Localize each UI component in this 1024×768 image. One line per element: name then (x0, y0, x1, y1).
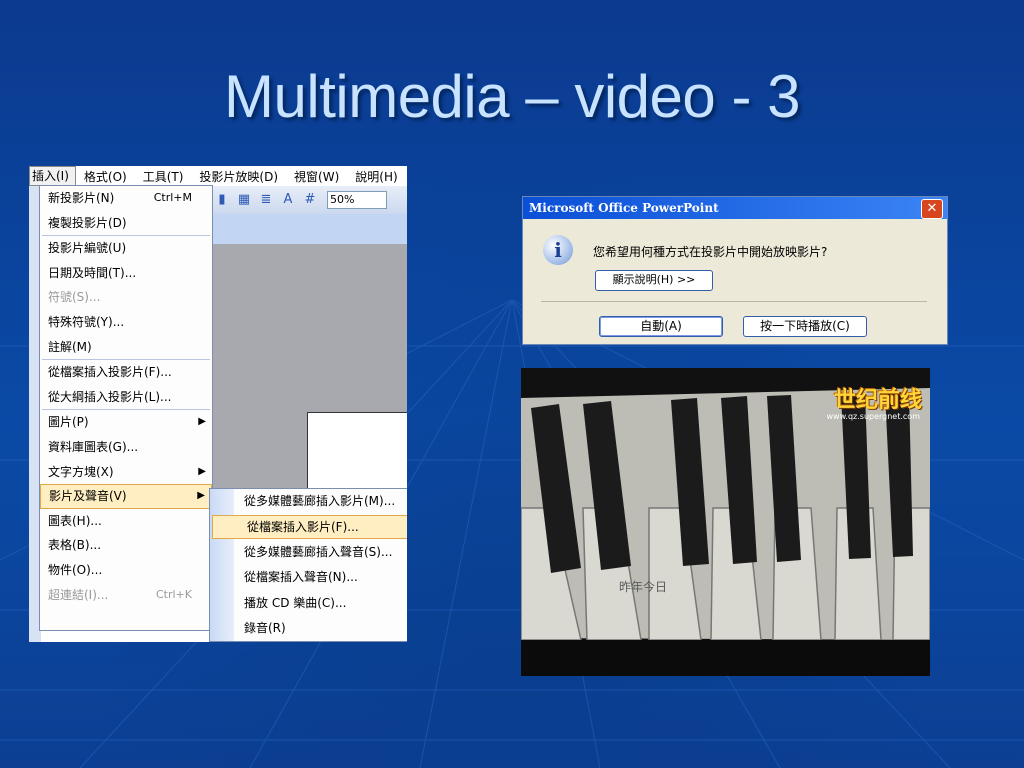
show-help-button[interactable]: 顯示說明(H) >> (595, 270, 713, 291)
channel-url: www.qz.supergnet.com (826, 412, 920, 421)
menu-item-special-symbol[interactable]: 特殊符號(Y)... (40, 310, 212, 335)
menu-item-slide-number[interactable]: 投影片編號(U) (40, 236, 212, 261)
submenu-arrow-icon: ▶ (197, 490, 205, 502)
workspace-header (209, 214, 407, 244)
menu-item-object[interactable]: 物件(O)... (40, 558, 212, 583)
automatically-button[interactable]: 自動(A) (599, 316, 723, 337)
menu-item-picture[interactable]: 圖片(P) ▶ (40, 410, 212, 435)
menu-item-date-time[interactable]: 日期及時間(T)... (40, 261, 212, 286)
menu-item-movies-sounds[interactable]: 影片及聲音(V) ▶ (40, 484, 212, 509)
insert-menu: 新投影片(N) Ctrl+M 複製投影片(D) 投影片編號(U) 日期及時間(T… (39, 185, 213, 631)
menu-window[interactable]: 視窗(W) (294, 168, 347, 185)
menu-item-new-slide[interactable]: 新投影片(N) Ctrl+M (40, 186, 212, 211)
video-still: 世纪前线 www.qz.supergnet.com 昨年今日 (521, 368, 930, 676)
menu-item-slides-from-outline[interactable]: 從大綱插入投影片(L)... (40, 385, 212, 410)
dialog-divider (541, 301, 927, 302)
menu-slide-show[interactable]: 投影片放映(D) (199, 168, 286, 185)
expand-all-icon[interactable]: ≣ (257, 192, 275, 208)
shortcut-label: Ctrl+M (153, 191, 192, 204)
menu-item-label: 圖片(P) (48, 415, 89, 430)
menu-item-comment[interactable]: 註解(M) (40, 335, 212, 360)
grid-icon[interactable]: # (301, 192, 319, 208)
close-icon[interactable]: ✕ (921, 199, 943, 219)
menu-item-label: 超連結(I)... (48, 587, 109, 602)
submenu-item-record[interactable]: 錄音(R) (210, 616, 407, 641)
video-caption: 昨年今日 (619, 580, 668, 594)
chart-icon[interactable]: ▮ (213, 192, 231, 208)
submenu-arrow-icon: ▶ (198, 465, 206, 477)
info-icon: i (543, 235, 573, 265)
dialog-message: 您希望用何種方式在投影片中開始放映影片? (593, 245, 828, 259)
menu-help[interactable]: 說明(H) (355, 168, 405, 185)
insert-menu-screenshot: 插入(I) 格式(O) 工具(T) 投影片放映(D) 視窗(W) 說明(H) ▮… (29, 166, 407, 642)
submenu-item-sound-from-file[interactable]: 從檔案插入聲音(N)... (210, 565, 407, 590)
channel-logo: 世纪前线 (833, 388, 922, 413)
menu-insert[interactable]: 插入(I) (29, 166, 76, 186)
menu-item-table[interactable]: 表格(B)... (40, 533, 212, 558)
dialog-title: Microsoft Office PowerPoint (529, 201, 719, 215)
zoom-select[interactable]: 50% (327, 191, 387, 209)
movies-sounds-submenu: 從多媒體藝廊插入影片(M)... 從檔案插入影片(F)... 從多媒體藝廊插入聲… (209, 488, 407, 642)
menu-item-duplicate-slide[interactable]: 複製投影片(D) (40, 211, 212, 236)
menu-item-label: 影片及聲音(V) (49, 489, 127, 504)
table-icon[interactable]: ▦ (235, 192, 253, 208)
submenu-arrow-icon: ▶ (198, 416, 206, 428)
menu-item-slides-from-file[interactable]: 從檔案插入投影片(F)... (40, 360, 212, 385)
menu-item-chart[interactable]: 圖表(H)... (40, 509, 212, 534)
menu-format[interactable]: 格式(O) (84, 168, 135, 185)
menu-item-database-chart[interactable]: 資料庫圖表(G)... (40, 435, 212, 460)
show-formatting-icon[interactable]: A (279, 192, 297, 208)
submenu-item-sound-from-gallery[interactable]: 從多媒體藝廊插入聲音(S)... (210, 540, 407, 565)
menu-item-text-box[interactable]: 文字方塊(X) ▶ (40, 460, 212, 485)
menubar: 插入(I) 格式(O) 工具(T) 投影片放映(D) 視窗(W) 說明(H) (29, 166, 407, 186)
play-movie-dialog: Microsoft Office PowerPoint ✕ i 您希望用何種方式… (522, 196, 948, 345)
shortcut-label: Ctrl+K (155, 587, 192, 601)
menu-item-hyperlink: 超連結(I)... Ctrl+K (40, 583, 212, 608)
when-clicked-button[interactable]: 按一下時播放(C) (743, 316, 867, 337)
submenu-item-movie-from-file[interactable]: 從檔案插入影片(F)... (212, 515, 407, 540)
submenu-item-movie-from-gallery[interactable]: 從多媒體藝廊插入影片(M)... (210, 489, 407, 514)
menu-item-label: 新投影片(N) (48, 191, 115, 205)
slide-title: Multimedia – video - 3 (224, 63, 800, 130)
menu-item-symbol: 符號(S)... (48, 290, 101, 305)
menu-item-label: 文字方塊(X) (48, 464, 114, 479)
slide-canvas (307, 412, 407, 492)
toolbar: ▮ ▦ ≣ A # 50% (209, 186, 407, 214)
submenu-item-play-cd[interactable]: 播放 CD 樂曲(C)... (210, 591, 407, 616)
dialog-title-bar: Microsoft Office PowerPoint (523, 197, 947, 219)
menu-tools[interactable]: 工具(T) (143, 168, 192, 185)
